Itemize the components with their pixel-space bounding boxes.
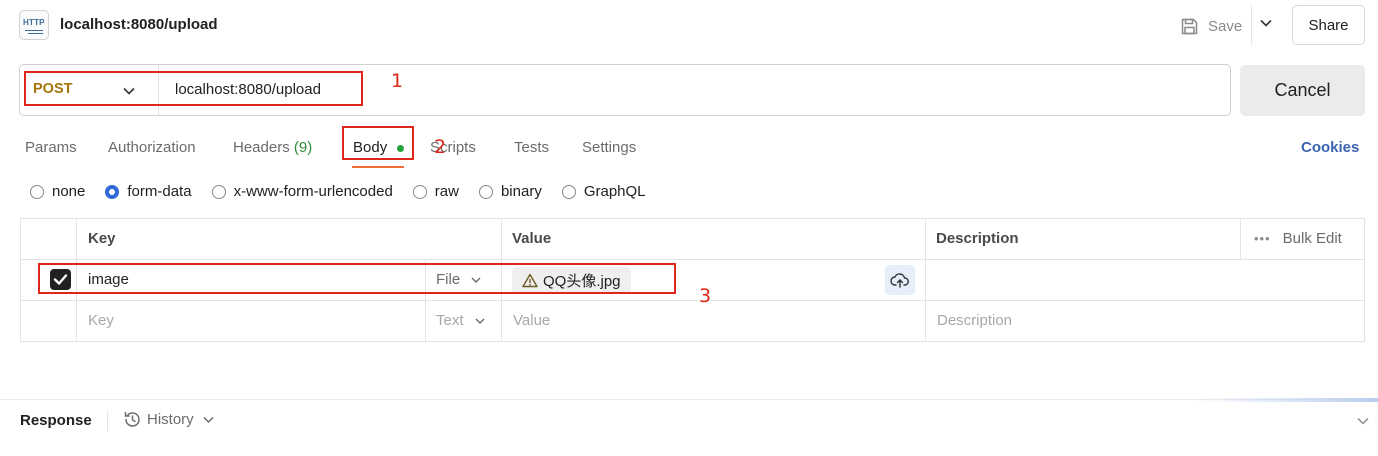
chevron-down-icon (475, 318, 485, 324)
annotation-number-1: 1 (391, 70, 404, 92)
new-value-input[interactable]: Value (513, 312, 550, 329)
radio-binary[interactable]: binary (478, 183, 542, 200)
column-header-key: Key (88, 230, 116, 247)
table-divider (20, 259, 1365, 260)
bulk-edit-button[interactable]: ••• Bulk Edit (1254, 230, 1342, 247)
tab-params[interactable]: Params (25, 139, 77, 156)
new-key-type-label: Text (436, 312, 464, 329)
new-key-input[interactable]: Key (88, 312, 114, 329)
save-icon (1181, 18, 1198, 34)
more-dots-icon: ••• (1254, 231, 1271, 246)
tab-settings[interactable]: Settings (582, 139, 636, 156)
divider (1251, 5, 1252, 45)
save-options-chevron-down-icon[interactable] (1259, 16, 1273, 33)
annotation-box-2 (342, 126, 414, 160)
tab-tests[interactable]: Tests (514, 139, 549, 156)
radio-graphql[interactable]: GraphQL (561, 183, 646, 200)
radio-label: GraphQL (583, 183, 646, 200)
radio-circle (478, 184, 493, 199)
save-button[interactable]: Save (1180, 13, 1242, 39)
radio-label: raw (434, 183, 459, 200)
response-label: Response (20, 412, 92, 429)
radio-raw[interactable]: raw (412, 183, 459, 200)
annotation-number-3: 3 (699, 285, 712, 307)
bulk-edit-label: Bulk Edit (1282, 230, 1342, 247)
share-button[interactable]: Share (1292, 5, 1365, 45)
response-divider (0, 399, 1378, 400)
active-tab-indicator (352, 166, 404, 168)
tab-authorization[interactable]: Authorization (108, 139, 196, 156)
tab-headers[interactable]: Headers (9) (233, 139, 312, 156)
chevron-down-icon (203, 416, 214, 424)
radio-circle-selected (105, 184, 120, 199)
table-divider (20, 300, 1365, 301)
new-key-type-select[interactable]: Text (436, 312, 486, 329)
divider (107, 411, 108, 431)
column-header-value: Value (512, 230, 552, 247)
radio-none[interactable]: none (30, 183, 85, 200)
history-dropdown[interactable]: History (123, 410, 220, 429)
radio-circle (412, 184, 427, 199)
cookies-link[interactable]: Cookies (1301, 139, 1359, 156)
annotation-box-3 (38, 263, 676, 294)
save-label: Save (1208, 17, 1243, 35)
radio-form-data[interactable]: form-data (105, 183, 192, 200)
table-divider (925, 218, 926, 342)
radio-circle (561, 184, 576, 199)
radio-x-www-form-urlencoded[interactable]: x-www-form-urlencoded (211, 183, 393, 200)
http-icon-label: HTTP (23, 18, 45, 27)
column-header-description: Description (936, 230, 1019, 247)
radio-label: x-www-form-urlencoded (233, 183, 393, 200)
http-request-icon: HTTP (19, 10, 49, 40)
cancel-button[interactable]: Cancel (1240, 65, 1365, 116)
radio-circle (30, 184, 44, 199)
annotation-box-1 (24, 71, 363, 106)
collapse-response-chevron-down-icon[interactable] (1356, 414, 1370, 431)
request-tab-title: localhost:8080/upload (60, 16, 218, 33)
new-description-input[interactable]: Description (937, 312, 1012, 329)
history-label: History (147, 411, 194, 428)
radio-circle (211, 184, 226, 199)
headers-count-badge: (9) (293, 139, 313, 156)
response-loading-bar (1195, 398, 1378, 402)
radio-label: form-data (127, 183, 192, 200)
table-divider (1240, 218, 1241, 260)
upload-file-cloud-icon[interactable] (885, 265, 915, 295)
history-icon (124, 411, 140, 427)
tab-headers-label: Headers (233, 139, 290, 156)
annotation-number-2: 2 (434, 136, 447, 158)
body-type-options: none form-data x-www-form-urlencoded raw… (30, 183, 666, 200)
radio-label: none (52, 183, 86, 200)
radio-label: binary (500, 183, 542, 200)
